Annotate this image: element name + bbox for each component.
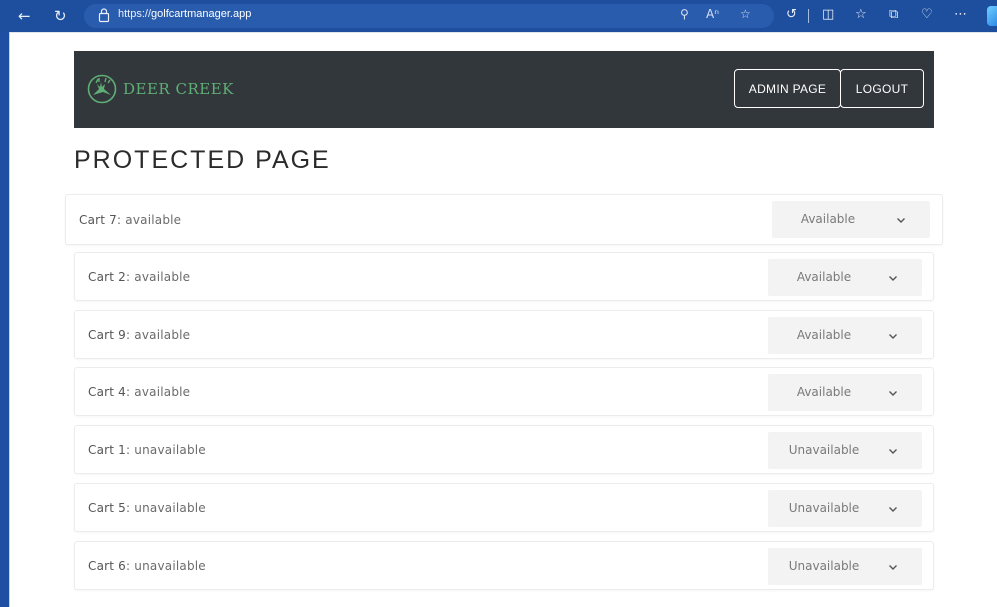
chevron-down-icon [888, 330, 898, 340]
url-host: golfcartmanager.app [151, 8, 252, 20]
chevron-down-icon [888, 503, 898, 513]
cart-row: Cart 2: available Available [74, 252, 934, 301]
toolbar-separator [808, 9, 809, 23]
cart-status: unavailable [134, 443, 206, 458]
status-select-value: Unavailable [788, 500, 860, 515]
cart-list: Cart 7: available Available Cart 2: availa… [10, 33, 997, 607]
cart-label: Cart 5: unavailable [88, 501, 206, 515]
url-text: https://golfcartmanager.app [118, 8, 251, 20]
cart-row: Cart 4: available Available [74, 367, 934, 417]
chevron-down-icon [896, 214, 906, 224]
status-select-value: Available [796, 270, 852, 284]
cart-status: available [125, 213, 182, 227]
cart-name: Cart 6 [88, 558, 127, 573]
page-viewport: DEER CREEK ADMIN PAGE LOGOUT PROTECTED P… [9, 32, 997, 607]
extensions-icon[interactable]: ↺ [786, 7, 797, 22]
status-select[interactable]: Unavailable [768, 547, 922, 585]
cart-name: Cart 2 [88, 270, 127, 284]
cart-row: Cart 5: unavailable Unavailable [74, 482, 934, 532]
chevron-down-icon [888, 561, 898, 571]
more-menu-icon[interactable]: ⋯ [954, 7, 967, 22]
key-icon[interactable]: ⚲ [680, 7, 689, 21]
favorite-star-icon[interactable]: ☆ [740, 7, 751, 21]
cart-name: Cart 4 [88, 385, 127, 400]
status-select-value: Available [800, 212, 856, 226]
cart-row: Cart 9: available Available [74, 309, 934, 359]
lock-icon [98, 8, 110, 23]
status-select[interactable]: Unavailable [768, 432, 922, 470]
browser-essentials-icon[interactable]: ♡ [921, 7, 933, 22]
status-select-value: Unavailable [788, 558, 860, 573]
cart-label: Cart 2: available [88, 270, 190, 284]
chevron-down-icon [888, 272, 898, 282]
status-select-value: Available [796, 327, 852, 342]
cart-status: available [134, 327, 191, 342]
cart-row: Cart 6: unavailable Unavailable [74, 540, 934, 590]
copilot-icon[interactable] [987, 6, 997, 26]
cart-name: Cart 7 [79, 213, 118, 227]
cart-row: Cart 7: available Available [65, 194, 943, 245]
cart-name: Cart 1 [88, 443, 127, 458]
reload-icon[interactable]: ↻ [54, 6, 67, 26]
split-screen-icon[interactable]: ◫ [822, 7, 834, 22]
back-arrow-icon[interactable]: ← [18, 6, 31, 26]
cart-name: Cart 5 [88, 500, 127, 515]
status-select[interactable]: Available [768, 316, 922, 354]
status-select-value: Unavailable [788, 443, 860, 458]
cart-label: Cart 7: available [79, 213, 181, 227]
cart-status: unavailable [134, 558, 206, 573]
url-scheme: https:// [118, 8, 152, 20]
cart-label: Cart 4: available [88, 385, 190, 399]
browser-toolbar: ← ↻ https://golfcartmanager.app ⚲ Aⁿ ☆ ↺… [0, 0, 997, 32]
cart-status: available [134, 385, 191, 400]
favorites-list-icon[interactable]: ☆ [855, 7, 867, 22]
read-aloud-icon[interactable]: Aⁿ [706, 7, 719, 21]
cart-status: available [134, 270, 191, 284]
address-bar[interactable]: https://golfcartmanager.app ⚲ Aⁿ ☆ [84, 4, 774, 28]
cart-name: Cart 9 [88, 327, 127, 342]
cart-label: Cart 1: unavailable [88, 443, 206, 457]
cart-label: Cart 9: available [88, 328, 190, 342]
status-select-value: Available [796, 385, 852, 400]
chevron-down-icon [888, 387, 898, 397]
cart-status: unavailable [134, 500, 206, 515]
collections-icon[interactable]: ⧉ [889, 7, 898, 22]
chevron-down-icon [888, 445, 898, 455]
cart-row: Cart 1: unavailable Unavailable [74, 425, 934, 475]
status-select[interactable]: Available [768, 374, 922, 412]
status-select[interactable]: Available [768, 259, 922, 296]
status-select[interactable]: Available [772, 201, 930, 238]
status-select[interactable]: Unavailable [768, 489, 922, 527]
cart-label: Cart 6: unavailable [88, 559, 206, 573]
